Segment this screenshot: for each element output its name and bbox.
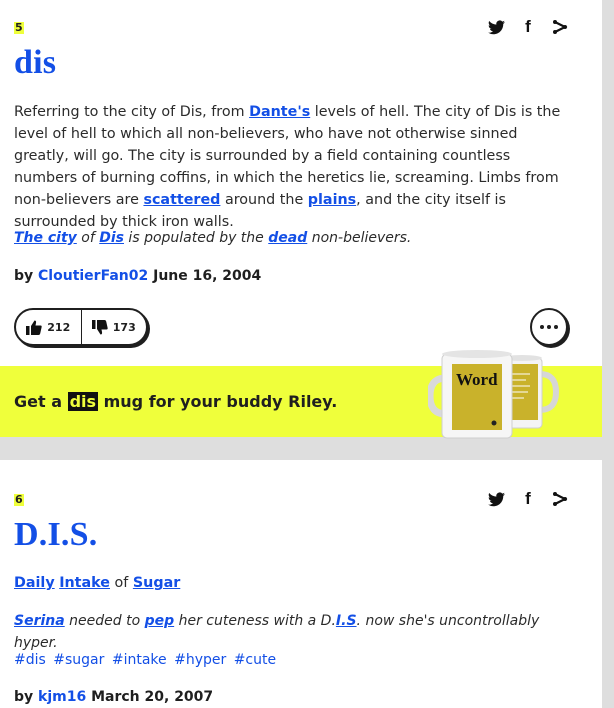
meaning-link[interactable]: scattered [143,192,220,208]
example-link[interactable]: pep [145,613,175,629]
mug-promo-banner[interactable]: Get a dis mug for your buddy Riley. Word [0,350,602,439]
definition-example: Serina needed to pep her cuteness with a… [14,610,574,654]
example-link[interactable]: Serina [14,613,65,629]
by-label: by [14,689,34,705]
vote-buttons: 212 173 [14,308,148,346]
definition-word[interactable]: dis [14,44,56,82]
mug-word-label: Word [456,370,498,389]
author-link[interactable]: CloutierFan02 [38,268,148,284]
definition-word[interactable]: D.I.S. [14,516,97,554]
meaning-text: around the [220,192,308,208]
example-text: of [76,230,100,246]
meaning-text: Referring to the city of Dis, from [14,104,250,120]
meaning-link[interactable]: Sugar [133,575,180,591]
twitter-icon[interactable] [487,18,505,36]
example-link[interactable]: I.S [336,613,357,629]
definition-number: 5 [14,21,24,34]
upvote-button[interactable]: 212 [16,310,81,344]
post-date: March 20, 2007 [91,689,214,705]
example-text: her cuteness with a D. [174,613,336,629]
tag-link[interactable]: #sugar [53,652,104,668]
definition-card: 5 f dis Referring to the city of Dis, fr… [0,0,602,439]
more-options-icon [540,325,544,329]
tag-link[interactable]: #hyper [174,652,226,668]
thumbs-up-icon [26,320,42,335]
share-bar: f [487,489,569,508]
more-options-icon [554,325,558,329]
share-icon[interactable] [551,490,569,508]
example-text: non-believers. [307,230,412,246]
example-text: is populated by the [123,230,269,246]
definition-card: 6 f D.I.S. Daily Intake of Sugar Serina … [0,460,602,708]
tag-list: #dis #sugar #intake #hyper #cute [14,652,279,668]
example-link[interactable]: The city [14,230,77,246]
tag-link[interactable]: #dis [14,652,46,668]
downvote-count: 173 [112,320,136,334]
twitter-icon[interactable] [487,490,505,508]
by-label: by [14,268,34,284]
tag-link[interactable]: #cute [234,652,276,668]
tag-link[interactable]: #intake [112,652,167,668]
author-link[interactable]: kjm16 [38,689,86,705]
definition-example: The city of Dis is populated by the dead… [14,227,574,249]
definition-meaning: Daily Intake of Sugar [14,572,574,594]
meaning-link[interactable]: Intake [59,575,110,591]
example-link[interactable]: dead [268,230,307,246]
example-text: needed to [64,613,145,629]
byline: by kjm16 March 20, 2007 [14,689,213,705]
promo-text: Get a dis mug for your buddy Riley. [14,392,337,411]
byline: by CloutierFan02 June 16, 2004 [14,268,261,284]
more-options-button[interactable] [530,308,568,346]
meaning-text: of [110,575,133,591]
more-options-icon [547,325,551,329]
share-icon[interactable] [551,18,569,36]
downvote-button[interactable]: 173 [80,310,147,344]
promo-prefix: Get a [14,392,68,411]
upvote-count: 212 [47,320,71,334]
promo-suffix: mug for your buddy Riley. [98,392,338,411]
thumbs-down-icon [91,319,108,334]
post-date: June 16, 2004 [153,268,262,284]
facebook-icon[interactable]: f [519,489,537,508]
facebook-icon[interactable]: f [519,17,537,36]
share-bar: f [487,17,569,36]
definition-meaning: Referring to the city of Dis, from Dante… [14,101,574,233]
meaning-link[interactable]: Dante's [249,104,310,120]
promo-highlight-word: dis [67,392,99,411]
mug-image: Word [428,350,513,439]
meaning-link[interactable]: Daily [14,575,55,591]
example-link[interactable]: Dis [99,230,124,246]
definition-number: 6 [14,493,24,506]
meaning-link[interactable]: plains [308,192,356,208]
